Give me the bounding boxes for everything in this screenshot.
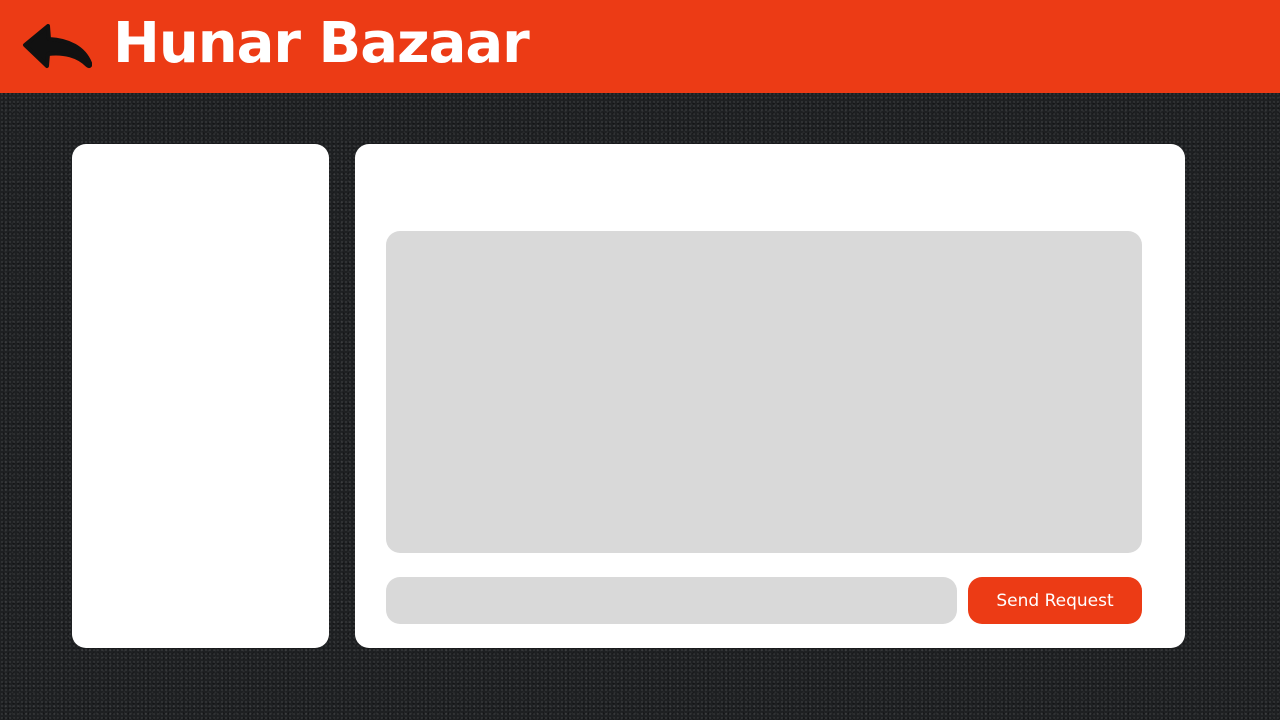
app-title: Hunar Bazaar (113, 11, 530, 76)
back-arrow-icon (23, 24, 92, 69)
app-header: Hunar Bazaar (0, 0, 1280, 93)
message-area (386, 231, 1142, 553)
send-request-button[interactable]: Send Request (968, 577, 1142, 624)
request-input[interactable] (386, 577, 957, 624)
back-button[interactable] (20, 20, 92, 76)
sidebar-panel (72, 144, 329, 648)
main-panel: Send Request (355, 144, 1185, 648)
